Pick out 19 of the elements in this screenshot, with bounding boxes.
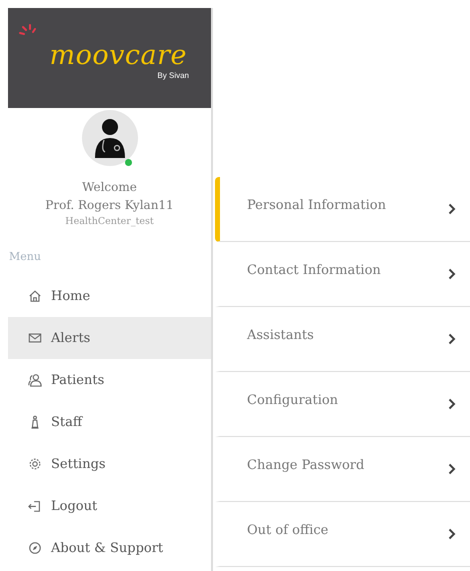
account-option[interactable]: Personal Information — [215, 177, 470, 242]
user-name: Prof. Rogers Kylan11 — [45, 197, 174, 214]
logo-text: moovcare — [50, 40, 187, 70]
account-option[interactable]: Configuration — [215, 372, 470, 437]
logo-tagline: By Sivan — [157, 70, 189, 80]
menu-item[interactable]: About & Support — [8, 527, 211, 569]
menu-item[interactable]: Patients — [8, 359, 211, 401]
welcome-text: Welcome — [82, 179, 137, 196]
menu-item[interactable]: Staff — [8, 401, 211, 443]
menu-item[interactable]: Settings — [8, 443, 211, 485]
menu-item[interactable]: Logout — [8, 485, 211, 527]
account-option[interactable]: Change Password — [215, 437, 470, 502]
menu-item[interactable]: Home — [8, 275, 211, 317]
account-option[interactable]: Contact Information — [215, 242, 470, 307]
account-option[interactable]: Assistants — [215, 307, 470, 372]
account-option[interactable]: Out of office — [215, 502, 470, 567]
menu-heading: Menu — [9, 250, 41, 263]
health-center-name: HealthCenter_test — [65, 215, 154, 229]
menu-item[interactable]: Alerts — [8, 317, 211, 359]
